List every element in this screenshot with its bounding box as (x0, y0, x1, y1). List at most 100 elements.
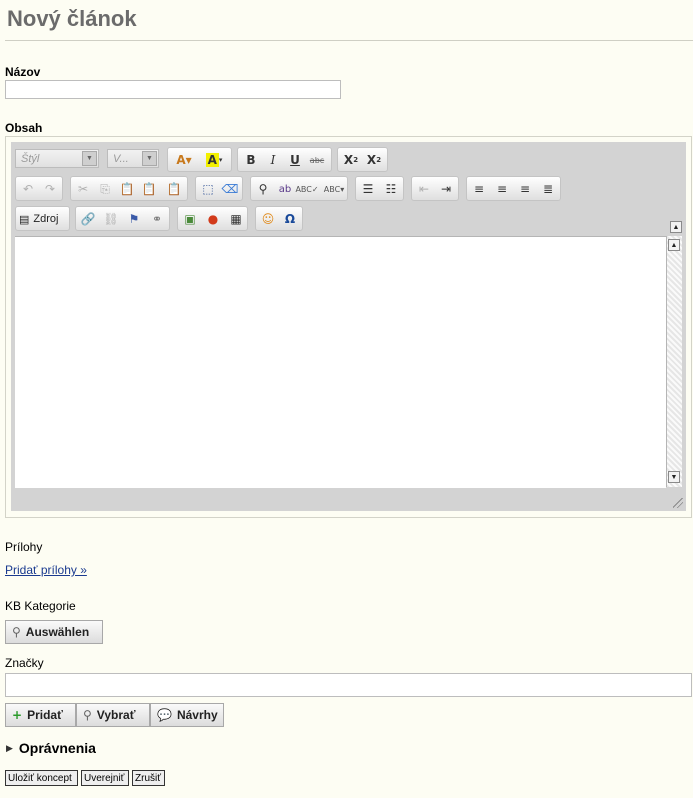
kb-select-button[interactable]: ⚲ Auswählen (5, 620, 103, 644)
attachments-label: Prílohy (5, 540, 43, 554)
choose-tag-button[interactable]: ⚲ Vybrať (76, 703, 150, 727)
permissions-label: Oprávnenia (18, 740, 96, 756)
link-group: 🔗 ⛓ ⚑ ⚭ (75, 206, 170, 231)
cut-icon[interactable]: ✂ (74, 180, 92, 198)
editor-chrome: Štýl ▼ V... ▼ A▾ A ▾ B I U abc X2 X2 ↶ ↷… (11, 142, 686, 511)
symbol-group: ☺ Ω (255, 206, 303, 231)
align-group: ≡ ≡ ≡ ≣ (466, 176, 561, 201)
add-tag-button[interactable]: + Pridať (5, 703, 76, 727)
magnifier-icon: ⚲ (12, 625, 21, 639)
source-button-label: Zdroj (33, 213, 59, 225)
bg-color-icon[interactable]: A ▾ (200, 151, 228, 169)
add-attachments-link[interactable]: Pridať prílohy » (5, 563, 87, 577)
undo-group: ↶ ↷ (15, 176, 63, 201)
paste-icon[interactable]: 📋 (118, 180, 136, 198)
toolbar-row-1: Štýl ▼ V... ▼ A▾ A ▾ B I U abc X2 X2 (15, 147, 675, 172)
kb-select-button-label: Auswählen (25, 625, 90, 639)
insert-group: ▣ ● ▦ (177, 206, 248, 231)
list-group: ☰ ☷ (355, 176, 404, 201)
style-combo[interactable]: Štýl ▼ (15, 149, 99, 168)
plus-icon: + (12, 708, 23, 722)
outdent-icon[interactable]: ⇤ (415, 180, 433, 198)
chevron-down-icon: ▼ (82, 151, 97, 166)
size-combo-label: V... (113, 153, 129, 165)
chevron-down-icon: ▼ (142, 151, 157, 166)
paste-text-icon[interactable]: 📋 (140, 180, 158, 198)
unlink-icon[interactable]: ⛓ (102, 210, 120, 228)
table-icon[interactable]: ▦ (227, 210, 245, 228)
editor-content-area[interactable] (15, 236, 666, 488)
text-color-icon[interactable]: A▾ (171, 151, 197, 169)
indent-icon[interactable]: ⇥ (437, 180, 455, 198)
link-icon[interactable]: 🔗 (79, 210, 97, 228)
toolbar-row-3: ▤ Zdroj 🔗 ⛓ ⚑ ⚭ ▣ ● ▦ ☺ Ω (15, 206, 675, 231)
suggest-tag-button[interactable]: 💬 Návrhy (150, 703, 224, 727)
editor-scrollbar[interactable]: ▲ ▼ (666, 236, 682, 487)
name-label: Názov (5, 65, 41, 79)
find-icon[interactable]: ⚲ (254, 180, 272, 198)
bullet-list-icon[interactable]: ☷ (382, 180, 400, 198)
scayt-icon[interactable]: ABC▾ (322, 180, 346, 198)
superscript-icon[interactable]: X2 (365, 151, 383, 169)
save-draft-button[interactable]: Uložiť koncept (5, 770, 78, 786)
copy-icon[interactable]: ⎘ (96, 180, 114, 198)
speech-bubble-icon: 💬 (157, 708, 172, 722)
publish-button[interactable]: Uverejniť (81, 770, 129, 786)
remove-format-icon[interactable]: ⌫ (221, 180, 239, 198)
script-group: X2 X2 (337, 147, 388, 172)
toolbar-row-2: ↶ ↷ ✂ ⎘ 📋 📋 📋 ⬚ ⌫ ⚲ ab ABC✓ ABC▾ ☰ ☷ ⇤ ⇥… (15, 176, 675, 201)
triangle-right-icon: ▶ (6, 742, 13, 753)
title-divider (5, 40, 693, 41)
kb-category-label: KB Kategorie (5, 599, 76, 613)
tags-input[interactable] (5, 673, 692, 697)
clipboard-group: ✂ ⎘ 📋 📋 📋 (70, 176, 188, 201)
find-group: ⚲ ab ABC✓ ABC▾ (250, 176, 348, 201)
smiley-icon[interactable]: ☺ (259, 210, 277, 228)
spellcheck-icon[interactable]: ABC✓ (295, 180, 318, 198)
justify-icon[interactable]: ≣ (539, 180, 557, 198)
source-button[interactable]: ▤ Zdroj (19, 210, 67, 228)
permissions-toggle[interactable]: ▶ Oprávnenia (6, 740, 96, 756)
strike-icon[interactable]: abc (308, 151, 326, 169)
image-icon[interactable]: ▣ (181, 210, 199, 228)
align-right-icon[interactable]: ≡ (516, 180, 534, 198)
align-center-icon[interactable]: ≡ (493, 180, 511, 198)
scroll-top-icon[interactable]: ▲ (670, 221, 682, 233)
italic-icon[interactable]: I (264, 151, 282, 169)
rich-text-editor: Štýl ▼ V... ▼ A▾ A ▾ B I U abc X2 X2 ↶ ↷… (5, 136, 692, 518)
indent-group: ⇤ ⇥ (411, 176, 459, 201)
paste-word-icon[interactable]: 📋 (165, 180, 183, 198)
content-label: Obsah (5, 121, 43, 135)
special-char-icon[interactable]: Ω (281, 210, 299, 228)
flash-icon[interactable]: ● (204, 210, 222, 228)
tags-label: Značky (5, 656, 44, 670)
subscript-icon[interactable]: X2 (342, 151, 360, 169)
cancel-button[interactable]: Zrušiť (132, 770, 165, 786)
select-group: ⬚ ⌫ (195, 176, 243, 201)
page-link-icon[interactable]: ⚭ (148, 210, 166, 228)
color-group: A▾ A ▾ (167, 147, 232, 172)
name-input[interactable] (5, 80, 341, 99)
page-title: Nový článok (7, 6, 137, 31)
choose-tag-label: Vybrať (96, 708, 136, 722)
anchor-icon[interactable]: ⚑ (125, 210, 143, 228)
source-group: ▤ Zdroj (15, 206, 70, 231)
style-combo-label: Štýl (21, 153, 40, 165)
bold-icon[interactable]: B (242, 151, 260, 169)
align-left-icon[interactable]: ≡ (470, 180, 488, 198)
redo-icon[interactable]: ↷ (41, 180, 59, 198)
undo-icon[interactable]: ↶ (19, 180, 37, 198)
add-tag-label: Pridať (27, 708, 63, 722)
select-all-icon[interactable]: ⬚ (199, 180, 217, 198)
source-icon: ▤ (19, 213, 30, 226)
basic-style-group: B I U abc (237, 147, 332, 172)
resize-grip-icon[interactable] (673, 498, 683, 508)
size-combo[interactable]: V... ▼ (107, 149, 159, 168)
suggest-tag-label: Návrhy (176, 708, 218, 722)
scroll-down-icon[interactable]: ▼ (668, 471, 680, 483)
numbered-list-icon[interactable]: ☰ (359, 180, 377, 198)
magnifier-icon: ⚲ (83, 708, 92, 722)
scroll-up-icon[interactable]: ▲ (668, 239, 680, 251)
replace-icon[interactable]: ab (276, 180, 294, 198)
underline-icon[interactable]: U (286, 151, 304, 169)
